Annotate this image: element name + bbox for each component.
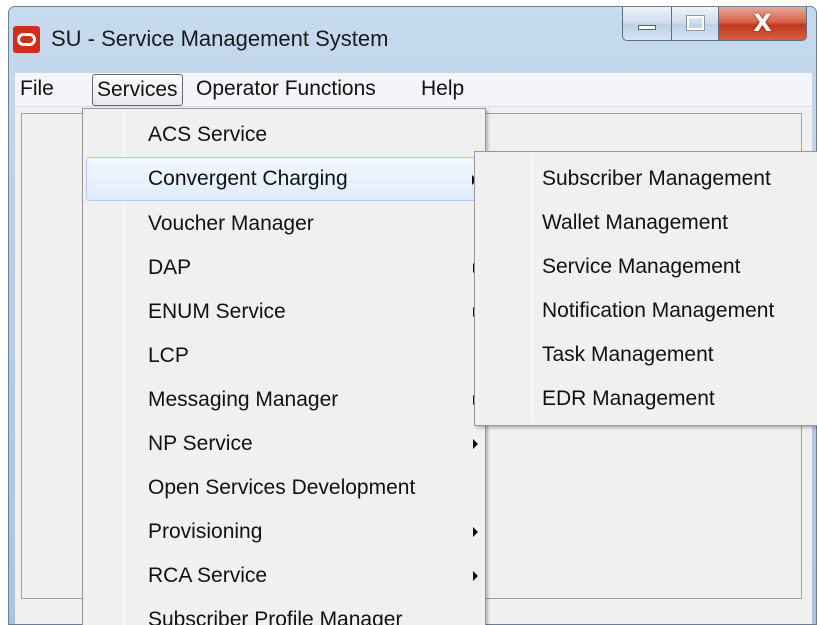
menu-item-rca-service[interactable]: RCA Service bbox=[86, 554, 482, 598]
minimize-icon bbox=[638, 25, 656, 30]
menu-item-label: ACS Service bbox=[148, 123, 268, 146]
convergent-charging-submenu: Subscriber Management Wallet Management … bbox=[474, 151, 817, 426]
menu-item-label: Convergent Charging bbox=[148, 167, 348, 190]
title-bar[interactable]: SU - Service Management System X bbox=[9, 7, 816, 73]
menu-item-label: Subscriber Profile Manager bbox=[148, 608, 403, 625]
menu-item-open-services-development[interactable]: Open Services Development bbox=[86, 466, 482, 510]
menu-item-subscriber-profile-manager[interactable]: Subscriber Profile Manager bbox=[86, 598, 482, 625]
menu-item-acs-service[interactable]: ACS Service bbox=[86, 113, 482, 157]
submenu-arrow-icon bbox=[473, 527, 478, 537]
services-dropdown-menu: ACS Service Convergent Charging Voucher … bbox=[82, 108, 486, 625]
menu-operator-functions[interactable]: Operator Functions bbox=[196, 74, 376, 106]
submenu-item-notification-management[interactable]: Notification Management bbox=[478, 289, 817, 333]
menu-item-provisioning[interactable]: Provisioning bbox=[86, 510, 482, 554]
maximize-button[interactable] bbox=[671, 7, 719, 41]
menu-services[interactable]: Services bbox=[92, 74, 183, 106]
submenu-item-service-management[interactable]: Service Management bbox=[478, 245, 817, 289]
menu-item-label: LCP bbox=[148, 344, 189, 367]
menu-item-lcp[interactable]: LCP bbox=[86, 334, 482, 378]
submenu-item-task-management[interactable]: Task Management bbox=[478, 333, 817, 377]
menu-item-enum-service[interactable]: ENUM Service bbox=[86, 290, 482, 334]
close-icon: X bbox=[753, 9, 772, 37]
maximize-icon bbox=[686, 15, 705, 31]
menu-item-messaging-manager[interactable]: Messaging Manager bbox=[86, 378, 482, 422]
oracle-app-icon[interactable] bbox=[13, 26, 40, 53]
menu-item-label: RCA Service bbox=[148, 564, 268, 587]
menu-item-label: Provisioning bbox=[148, 520, 263, 543]
menu-item-label: Messaging Manager bbox=[148, 388, 339, 411]
close-button[interactable]: X bbox=[718, 7, 807, 41]
window-title: SU - Service Management System bbox=[51, 26, 389, 51]
minimize-button[interactable] bbox=[622, 7, 672, 41]
menu-bar: File Services Operator Functions Help bbox=[15, 73, 812, 107]
menu-item-label: DAP bbox=[148, 256, 192, 279]
menu-item-label: Open Services Development bbox=[148, 476, 416, 499]
menu-item-voucher-manager[interactable]: Voucher Manager bbox=[86, 202, 482, 246]
menu-file[interactable]: File bbox=[20, 74, 54, 106]
submenu-item-subscriber-management[interactable]: Subscriber Management bbox=[478, 157, 817, 201]
submenu-item-wallet-management[interactable]: Wallet Management bbox=[478, 201, 817, 245]
submenu-arrow-icon bbox=[473, 439, 478, 449]
menu-item-label: ENUM Service bbox=[148, 300, 286, 323]
menu-item-np-service[interactable]: NP Service bbox=[86, 422, 482, 466]
menu-item-dap[interactable]: DAP bbox=[86, 246, 482, 290]
menu-item-label: NP Service bbox=[148, 432, 253, 455]
menu-help[interactable]: Help bbox=[421, 74, 464, 106]
menu-item-convergent-charging[interactable]: Convergent Charging bbox=[86, 157, 482, 201]
submenu-item-edr-management[interactable]: EDR Management bbox=[478, 377, 817, 421]
menu-item-label: Voucher Manager bbox=[148, 212, 314, 235]
submenu-arrow-icon bbox=[473, 571, 478, 581]
